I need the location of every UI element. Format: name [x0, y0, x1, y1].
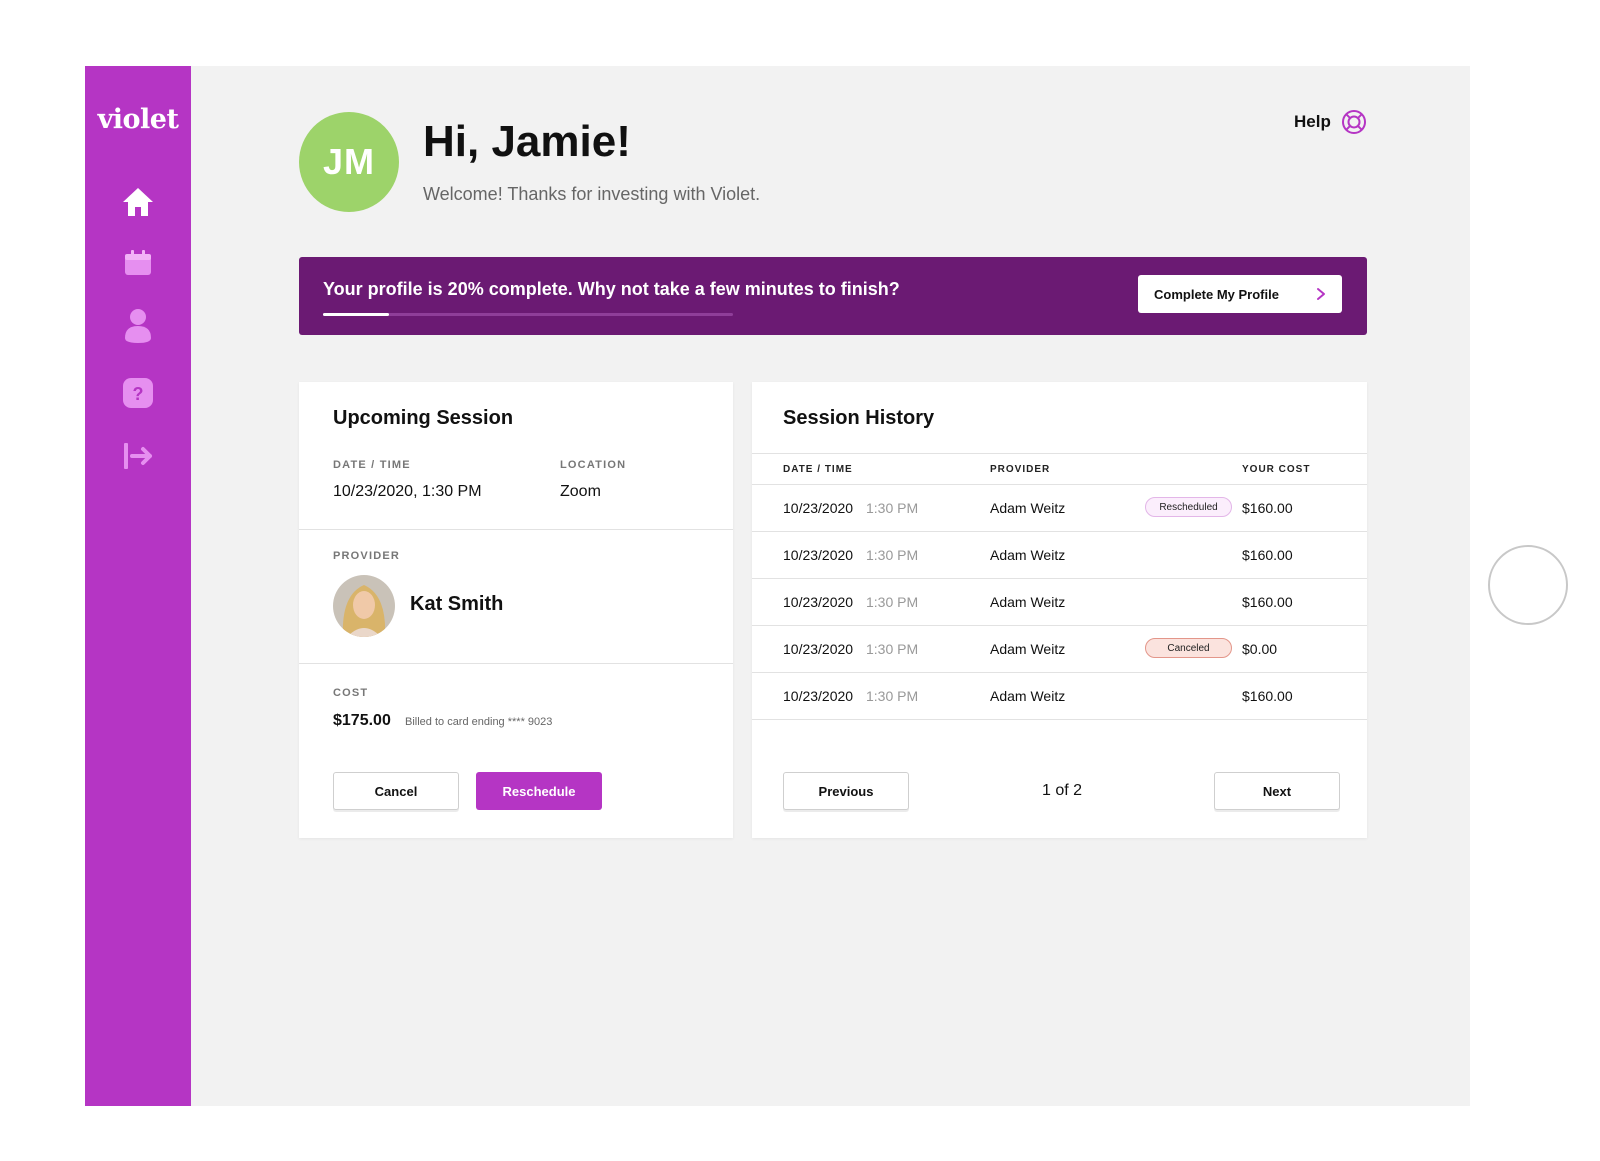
session-cost: $175.00: [333, 712, 391, 729]
upcoming-session-card: Upcoming Session DATE / TIME 10/23/2020,…: [299, 382, 733, 838]
reschedule-button[interactable]: Reschedule: [476, 772, 602, 810]
cost-label: COST: [333, 687, 369, 699]
row-provider: Adam Weitz: [990, 594, 1066, 610]
row-cost: $160.00: [1242, 500, 1293, 516]
row-cost: $160.00: [1242, 594, 1293, 610]
session-history-card: Session History DATE / TIME PROVIDER YOU…: [752, 382, 1367, 838]
row-cost: $0.00: [1242, 641, 1278, 657]
logo: violet: [97, 104, 179, 135]
next-page-button[interactable]: Next: [1214, 772, 1340, 810]
question-icon: ?: [123, 378, 153, 408]
floating-circle-button[interactable]: [1488, 545, 1568, 625]
profile-progress-fill: [323, 313, 389, 316]
divider: [299, 663, 733, 664]
row-provider: Adam Weitz: [990, 641, 1066, 657]
sidebar-item-profile[interactable]: [118, 306, 158, 346]
cancel-button[interactable]: Cancel: [333, 772, 459, 810]
sidebar: violet ?: [85, 66, 191, 1106]
calendar-icon: [125, 250, 151, 275]
lifebuoy-icon: [1341, 110, 1366, 134]
table-row: 10/23/2020 1:30 PM Adam Weitz $0.00 Canceled: [752, 626, 1367, 673]
table-row: 10/23/2020 1:30 PM Adam Weitz $160.00 Resche…: [752, 485, 1367, 532]
chevron-right-icon: [1317, 288, 1325, 300]
status-badge: Rescheduled: [1145, 497, 1232, 517]
row-time: 1:30 PM: [866, 688, 919, 704]
billing-note: Billed to card ending **** 9023: [405, 716, 553, 728]
table-row: 10/23/2020 1:30 PM Adam Weitz $160.00: [752, 673, 1367, 720]
date-time-label: DATE / TIME: [333, 459, 411, 471]
row-time: 1:30 PM: [866, 547, 919, 563]
upcoming-session-title: Upcoming Session: [333, 407, 514, 429]
session-history-title: Session History: [783, 407, 935, 429]
banner-message: Your profile is 20% complete. Why not ta…: [323, 279, 900, 299]
complete-profile-button[interactable]: Complete My Profile: [1138, 275, 1342, 313]
column-header-cost: YOUR COST: [1242, 464, 1311, 475]
table-row: 10/23/2020 1:30 PM Adam Weitz $160.00: [752, 532, 1367, 579]
status-badge: Canceled: [1145, 638, 1232, 658]
row-cost: $160.00: [1242, 547, 1293, 563]
row-date: 10/23/2020: [783, 641, 854, 657]
location-label: LOCATION: [560, 459, 627, 471]
svg-text:?: ?: [133, 384, 144, 404]
profile-completion-banner: Your profile is 20% complete. Why not ta…: [299, 257, 1367, 335]
help-link[interactable]: Help: [1294, 109, 1367, 135]
row-date: 10/23/2020: [783, 688, 854, 704]
row-provider: Adam Weitz: [990, 500, 1066, 516]
help-label: Help: [1294, 112, 1331, 131]
row-time: 1:30 PM: [866, 641, 919, 657]
table-row: 10/23/2020 1:30 PM Adam Weitz $160.00: [752, 579, 1367, 626]
row-date: 10/23/2020: [783, 500, 854, 516]
sidebar-item-logout[interactable]: [118, 436, 158, 476]
session-location: Zoom: [560, 483, 601, 500]
row-time: 1:30 PM: [866, 594, 919, 610]
row-date: 10/23/2020: [783, 547, 854, 563]
session-date-time: 10/23/2020, 1:30 PM: [333, 483, 482, 500]
row-provider: Adam Weitz: [990, 547, 1066, 563]
previous-page-button[interactable]: Previous: [783, 772, 909, 810]
row-date: 10/23/2020: [783, 594, 854, 610]
divider: [299, 529, 733, 530]
page-title: Hi, Jamie!: [423, 117, 631, 166]
provider-label: PROVIDER: [333, 550, 401, 562]
column-header-date: DATE / TIME: [783, 464, 853, 475]
logout-icon: [124, 443, 152, 469]
row-provider: Adam Weitz: [990, 688, 1066, 704]
provider-avatar: [333, 575, 395, 637]
sidebar-item-calendar[interactable]: [118, 243, 158, 283]
welcome-subtitle: Welcome! Thanks for investing with Viole…: [423, 184, 761, 204]
sidebar-item-home[interactable]: [118, 182, 158, 222]
provider-name: Kat Smith: [410, 593, 504, 615]
column-header-provider: PROVIDER: [990, 464, 1051, 475]
row-time: 1:30 PM: [866, 500, 919, 516]
profile-progress-bar: [323, 313, 733, 316]
user-icon: [125, 309, 151, 343]
user-avatar: JM: [299, 112, 399, 212]
sidebar-item-support[interactable]: ?: [118, 373, 158, 413]
table-header: DATE / TIME PROVIDER YOUR COST: [752, 453, 1367, 485]
row-cost: $160.00: [1242, 688, 1293, 704]
complete-profile-label: Complete My Profile: [1154, 286, 1279, 302]
page-indicator: 1 of 2: [1042, 782, 1083, 799]
home-icon: [123, 188, 153, 216]
